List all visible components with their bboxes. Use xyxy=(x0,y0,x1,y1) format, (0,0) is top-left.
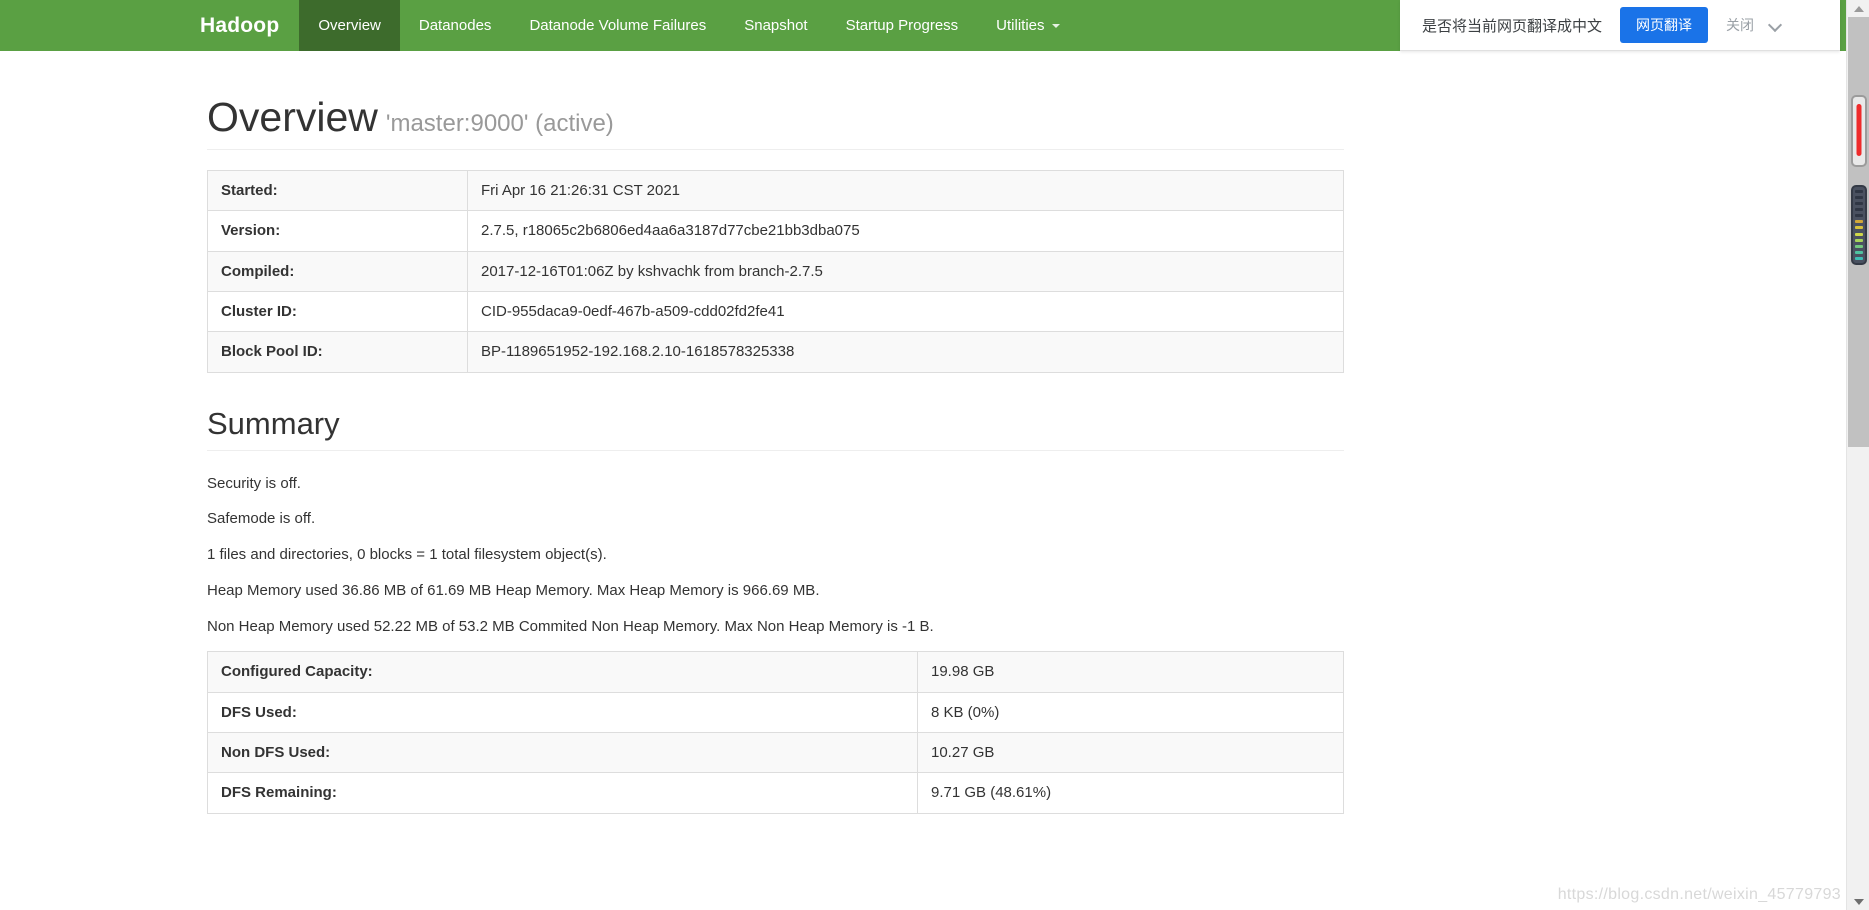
row-key-dfs-used: DFS Used: xyxy=(207,691,918,734)
row-value-cluster-id: CID-955daca9-0edf-467b-a509-cdd02fd2fe41 xyxy=(467,290,1344,333)
chevron-down-icon[interactable] xyxy=(1770,19,1782,31)
nav-item-overview[interactable]: Overview xyxy=(299,0,400,51)
nav-item-snapshot[interactable]: Snapshot xyxy=(725,0,826,51)
meter-segment xyxy=(1855,220,1863,224)
overview-header: Overview 'master:9000' (active) xyxy=(207,94,1344,151)
summary-title: Summary xyxy=(207,406,1344,451)
page-content: Overview 'master:9000' (active) Started: … xyxy=(0,51,1846,910)
row-key-version: Version: xyxy=(207,210,468,252)
row-value-configured-capacity: 19.98 GB xyxy=(917,651,1344,693)
scroll-down-arrow-icon[interactable] xyxy=(1847,893,1869,910)
thermometer-gauge-icon[interactable] xyxy=(1851,95,1867,167)
page-title: Overview 'master:9000' (active) xyxy=(207,94,1344,140)
translate-page-button[interactable]: 网页翻译 xyxy=(1620,7,1709,43)
row-key-cluster-id: Cluster ID: xyxy=(207,290,468,333)
watermark-text: https://blog.csdn.net/weixin_45779793 xyxy=(1557,886,1841,903)
translate-prompt-message: 是否将当前网页翻译成中文 xyxy=(1422,17,1603,35)
meter-segment xyxy=(1855,208,1863,212)
table-row: Version: 2.7.5, r18065c2b6806ed4aa6a3187… xyxy=(207,210,1344,252)
row-value-dfs-used: 8 KB (0%) xyxy=(917,691,1344,734)
summary-line-heap-memory: Heap Memory used 36.86 MB of 61.69 MB He… xyxy=(207,581,820,599)
caret-down-icon xyxy=(1051,23,1060,28)
page-title-subtitle: 'master:9000' (active) xyxy=(385,110,614,137)
nav-item-startup-progress[interactable]: Startup Progress xyxy=(827,0,978,51)
meter-segment xyxy=(1855,196,1863,200)
table-row: Started: Fri Apr 16 21:26:31 CST 2021 xyxy=(207,170,1344,212)
summary-line-filesystem-objects: 1 files and directories, 0 blocks = 1 to… xyxy=(207,546,607,564)
meter-segment xyxy=(1855,214,1863,218)
level-meter-gauge-icon[interactable] xyxy=(1851,185,1867,265)
row-key-compiled: Compiled: xyxy=(207,250,468,292)
row-key-non-dfs-used: Non DFS Used: xyxy=(207,732,918,774)
translate-prompt-bar: 是否将当前网页翻译成中文 网页翻译 关闭 xyxy=(1400,0,1840,51)
row-value-started: Fri Apr 16 21:26:31 CST 2021 xyxy=(467,170,1344,212)
browser-page: Hadoop Overview Datanodes Datanode Volum… xyxy=(0,0,1869,910)
row-value-version: 2.7.5, r18065c2b6806ed4aa6a3187d77cbe21b… xyxy=(467,210,1344,252)
summary-line-security: Security is off. xyxy=(207,474,301,492)
row-value-non-dfs-used: 10.27 GB xyxy=(917,732,1344,774)
summary-header: Summary xyxy=(207,406,1347,451)
meter-segment xyxy=(1855,238,1863,242)
nav-item-utilities-label: Utilities xyxy=(996,17,1045,34)
row-key-configured-capacity: Configured Capacity: xyxy=(207,651,918,693)
table-row: Non DFS Used: 10.27 GB xyxy=(207,732,1344,774)
table-row: Compiled: 2017-12-16T01:06Z by kshvachk … xyxy=(207,250,1344,292)
row-key-block-pool-id: Block Pool ID: xyxy=(207,331,468,373)
overview-info-table: Started: Fri Apr 16 21:26:31 CST 2021 Ve… xyxy=(207,170,1344,373)
nav-item-datanode-volume-failures[interactable]: Datanode Volume Failures xyxy=(510,0,725,51)
table-row: DFS Remaining: 9.71 GB (48.61%) xyxy=(207,772,1344,814)
thermometer-gauge-fill xyxy=(1856,104,1862,156)
table-row: DFS Used: 8 KB (0%) xyxy=(207,691,1344,734)
content-container: Overview 'master:9000' (active) Started: … xyxy=(207,51,1347,814)
table-row: Cluster ID: CID-955daca9-0edf-467b-a509-… xyxy=(207,290,1344,333)
capacity-table: Configured Capacity: 19.98 GB DFS Used: … xyxy=(207,651,1344,814)
row-value-dfs-remaining: 9.71 GB (48.61%) xyxy=(917,772,1344,814)
row-value-compiled: 2017-12-16T01:06Z by kshvachk from branc… xyxy=(467,250,1344,292)
meter-segment xyxy=(1855,190,1863,193)
table-row: Block Pool ID: BP-1189651952-192.168.2.1… xyxy=(207,331,1344,373)
navbar-items: Hadoop Overview Datanodes Datanode Volum… xyxy=(200,0,1079,51)
meter-segment xyxy=(1855,232,1863,236)
translate-close-button[interactable]: 关闭 xyxy=(1726,15,1754,35)
meter-segment xyxy=(1855,226,1863,230)
summary-line-safemode: Safemode is off. xyxy=(207,510,316,528)
meter-segment xyxy=(1855,256,1863,260)
row-value-block-pool-id: BP-1189651952-192.168.2.10-1618578325338 xyxy=(467,331,1344,373)
meter-segment xyxy=(1855,202,1863,206)
row-key-dfs-remaining: DFS Remaining: xyxy=(207,772,918,814)
summary-line-non-heap-memory: Non Heap Memory used 52.22 MB of 53.2 MB… xyxy=(207,617,934,635)
row-key-started: Started: xyxy=(207,170,468,212)
summary-text-block: Security is off. Safemode is off. 1 file… xyxy=(207,473,1347,638)
table-row: Configured Capacity: 19.98 GB xyxy=(207,651,1344,693)
scroll-up-arrow-icon[interactable] xyxy=(1847,0,1869,17)
page-title-text: Overview xyxy=(207,94,378,140)
meter-segment xyxy=(1855,250,1863,254)
nav-item-utilities[interactable]: Utilities xyxy=(977,0,1078,51)
brand-hadoop[interactable]: Hadoop xyxy=(200,0,299,51)
meter-segment xyxy=(1855,244,1863,248)
nav-item-datanodes[interactable]: Datanodes xyxy=(400,0,511,51)
vertical-scrollbar[interactable] xyxy=(1846,0,1869,910)
